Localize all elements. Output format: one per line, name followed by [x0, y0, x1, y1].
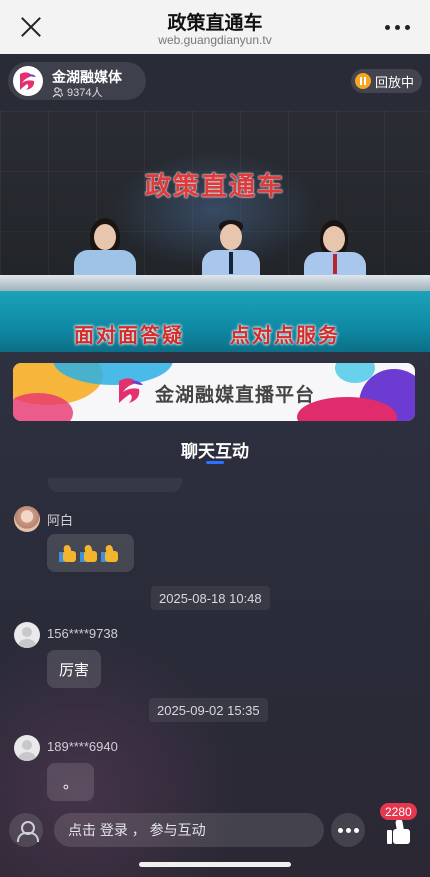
previous-message-fade — [48, 478, 182, 492]
viewers-icon — [52, 86, 63, 97]
chat-username: 156****9738 — [47, 626, 118, 641]
chat-bubble — [47, 534, 134, 572]
chat-bubble: 厉害 — [47, 650, 102, 688]
chat-username: 阿白 — [47, 513, 74, 528]
studio-sign: 政策直通车 — [144, 171, 285, 201]
viewer-count-text: 9374人 — [67, 87, 103, 99]
tab-chat[interactable]: 聊天互动 — [0, 437, 430, 462]
thumbs-up-icon — [387, 818, 411, 845]
more-menu-icon[interactable] — [385, 25, 410, 30]
replay-status: 回放中 — [350, 69, 422, 93]
chat-timestamp: 2025-09-02 15:35 — [149, 698, 268, 722]
slogan-right: 点对点服务 — [230, 325, 340, 347]
tab-active-indicator — [206, 461, 224, 464]
desk-front-panel — [0, 291, 430, 352]
thumbs-up-icon — [80, 544, 99, 563]
like-count-badge: 2280 — [380, 803, 417, 820]
slogan-left: 面对面答疑 — [74, 325, 184, 347]
chat-timestamp: 2025-08-18 10:48 — [151, 586, 270, 610]
platform-logo-icon — [119, 378, 143, 403]
studio-desk — [0, 275, 430, 291]
browser-header: 政策直通车 web.guangdianyun.tv — [0, 0, 430, 54]
page-url: web.guangdianyun.tv — [158, 33, 272, 47]
user-avatar-icon[interactable] — [9, 813, 43, 847]
thumbs-up-icon — [59, 544, 78, 563]
chat-username: 189****6940 — [47, 739, 118, 754]
channel-bar: 金湖融媒体 9374人 回放中 — [0, 54, 430, 110]
thumbs-up-icon — [101, 544, 120, 563]
chat-bubble: 。 — [47, 763, 95, 801]
channel-logo-icon — [13, 66, 43, 96]
replay-icon — [354, 73, 371, 89]
avatar[interactable] — [14, 735, 40, 761]
banner-text: 金湖融媒直播平台 — [155, 385, 316, 406]
channel-info[interactable]: 金湖融媒体 9374人 — [8, 62, 146, 100]
home-indicator[interactable] — [139, 862, 291, 867]
chat-input[interactable]: 点击 登录 ， 参与互动 — [54, 813, 324, 847]
platform-banner[interactable]: 金湖融媒直播平台 — [13, 363, 415, 421]
page-title: 政策直通车 — [167, 13, 263, 34]
replay-label: 回放中 — [374, 74, 414, 90]
video-player[interactable]: 政策直通车 面对面答疑 点对点服务 — [0, 110, 430, 352]
like-button[interactable] — [378, 815, 416, 849]
avatar[interactable] — [14, 506, 40, 532]
viewer-count: 9374人 — [52, 84, 102, 100]
more-options-button[interactable] — [331, 813, 365, 847]
avatar[interactable] — [14, 622, 40, 648]
